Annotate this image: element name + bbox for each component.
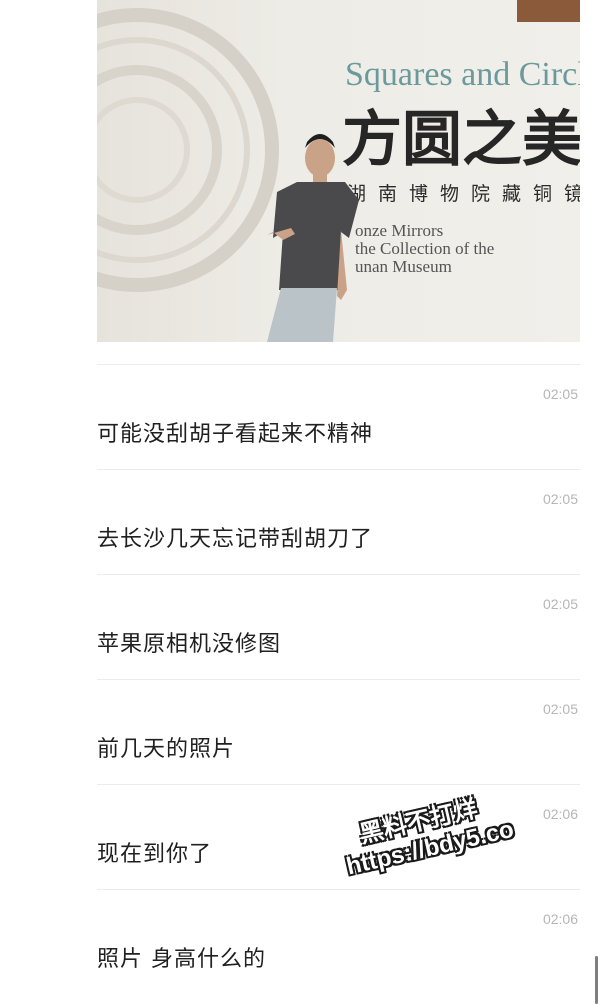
list-item[interactable]: 02:05 前几天的照片 [97, 679, 580, 784]
list-item[interactable]: 02:06 照片 身高什么的 [97, 889, 580, 994]
list-item[interactable]: 02:06 现在到你了 [97, 784, 580, 889]
message-text: 现在到你了 [97, 842, 213, 867]
list-item[interactable]: 02:05 可能没刮胡子看起来不精神 [97, 364, 580, 469]
message-time: 02:05 [542, 596, 578, 612]
sign-subtitle-zh: 湖南博物院藏铜镜 [347, 183, 580, 205]
message-text: 照片 身高什么的 [97, 947, 266, 972]
message-time: 02:05 [542, 491, 578, 507]
scrollbar[interactable] [595, 956, 598, 1004]
sign-subtitle-en-1: onze Mirrors [355, 221, 443, 240]
message-text: 可能没刮胡子看起来不精神 [97, 422, 374, 447]
sign-title-en: Squares and Circles [345, 56, 580, 93]
message-list: 02:05 可能没刮胡子看起来不精神 02:05 去长沙几天忘记带刮胡刀了 02… [97, 364, 580, 994]
message-text: 去长沙几天忘记带刮胡刀了 [97, 527, 374, 552]
shared-photo[interactable]: Squares and Circles 方圆之美 湖南博物院藏铜镜 onze M… [97, 0, 580, 342]
sign-subtitle-en-3: unan Museum [355, 257, 452, 276]
message-time: 02:05 [542, 386, 578, 402]
sign-title-zh: 方圆之美 [342, 105, 580, 175]
message-time: 02:06 [542, 911, 578, 927]
message-time: 02:06 [542, 806, 578, 822]
list-item[interactable]: 02:05 去长沙几天忘记带刮胡刀了 [97, 469, 580, 574]
sign-subtitle-en-2: the Collection of the [355, 239, 494, 258]
message-text: 苹果原相机没修图 [97, 632, 282, 657]
photo-image: Squares and Circles 方圆之美 湖南博物院藏铜镜 onze M… [97, 0, 580, 342]
message-text: 前几天的照片 [97, 737, 236, 762]
list-item[interactable]: 02:05 苹果原相机没修图 [97, 574, 580, 679]
message-time: 02:05 [542, 701, 578, 717]
